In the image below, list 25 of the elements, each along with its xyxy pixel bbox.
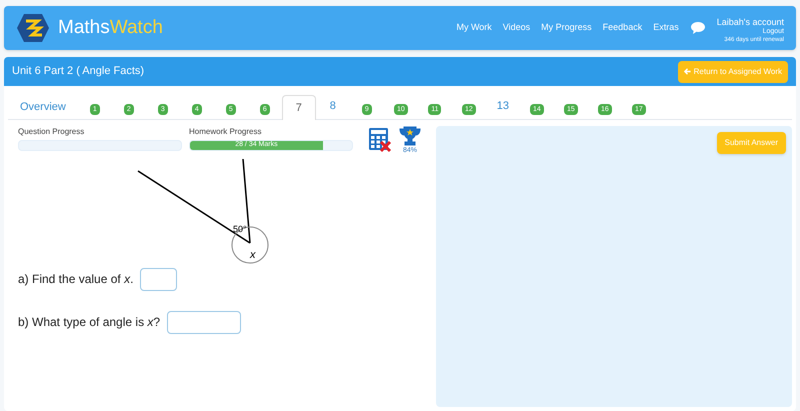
return-button[interactable]: Return to Assigned Work — [678, 60, 788, 82]
question-text: b) What type of angle is x? — [18, 314, 160, 331]
nav-link[interactable]: My Work — [456, 21, 492, 35]
trophy-icon — [399, 126, 421, 146]
chat-bubble-icon — [690, 21, 706, 35]
answer-field[interactable] — [167, 310, 242, 334]
question-tab[interactable]: 8 — [316, 94, 350, 119]
overview-tab[interactable]: Overview — [8, 94, 78, 119]
brand-name: MathsWatch — [58, 16, 163, 40]
account-link[interactable]: Laibah's account — [716, 18, 784, 26]
submit-button[interactable]: Submit Answer — [716, 132, 786, 154]
question-tab[interactable]: 13 — [486, 94, 520, 119]
nav-link[interactable]: My Progress — [541, 21, 592, 35]
question-tab[interactable]: 7 — [282, 95, 316, 120]
progress-label: Question Progress — [18, 126, 86, 138]
nav-link[interactable]: Feedback — [602, 21, 642, 35]
nav-link[interactable]: Videos — [502, 21, 530, 35]
angle-diagram: 50° x — [136, 158, 306, 264]
answer-field[interactable] — [140, 268, 178, 290]
progress-label: Homework Progress — [189, 126, 262, 138]
nav-link[interactable]: Extras — [653, 21, 679, 35]
logo-icon — [16, 13, 50, 43]
question-text: a) Find the value of x. — [18, 271, 134, 288]
unit-title: Unit 6 Part 2 ( Angle Facts) — [12, 64, 144, 80]
arrow-left-icon — [684, 68, 691, 75]
